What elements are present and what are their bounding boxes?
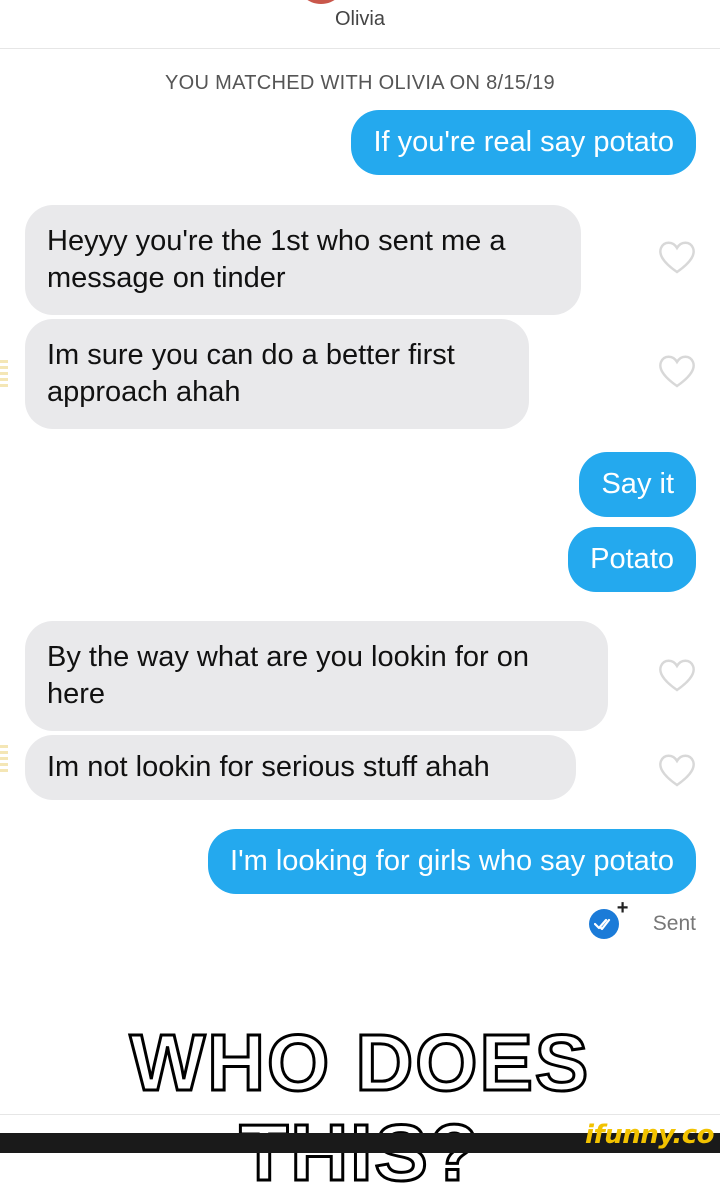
- double-check-icon: +: [588, 897, 628, 939]
- incoming-message[interactable]: Im sure you can do a better first approa…: [25, 319, 529, 429]
- outgoing-message[interactable]: I'm looking for girls who say potato: [208, 829, 696, 894]
- heart-icon[interactable]: [657, 239, 697, 275]
- contact-name[interactable]: Olivia: [0, 8, 720, 31]
- outgoing-message[interactable]: Potato: [568, 527, 696, 592]
- sent-status: + Sent: [588, 897, 696, 942]
- outgoing-message[interactable]: If you're real say potato: [351, 110, 696, 175]
- match-banner: YOU MATCHED WITH OLIVIA ON 8/15/19: [165, 72, 555, 94]
- meme-caption: WHO DOES THIS?: [128, 1017, 591, 1198]
- outgoing-message[interactable]: Say it: [579, 452, 696, 517]
- incoming-message[interactable]: By the way what are you lookin for on he…: [25, 621, 608, 731]
- watermark-logo: ifunny.co: [585, 1120, 714, 1150]
- heart-icon[interactable]: [657, 657, 697, 693]
- plus-icon: +: [616, 897, 629, 919]
- edge-decoration: [0, 360, 8, 390]
- incoming-message[interactable]: Heyyy you're the 1st who sent me a messa…: [25, 205, 581, 315]
- edge-decoration: [0, 745, 8, 775]
- divider: [0, 1114, 720, 1115]
- sent-label: Sent: [652, 912, 696, 935]
- chat-header: Olivia: [0, 0, 720, 49]
- heart-icon[interactable]: [657, 752, 697, 788]
- heart-icon[interactable]: [657, 353, 697, 389]
- incoming-message[interactable]: Im not lookin for serious stuff ahah: [25, 735, 576, 800]
- avatar[interactable]: [296, 0, 346, 4]
